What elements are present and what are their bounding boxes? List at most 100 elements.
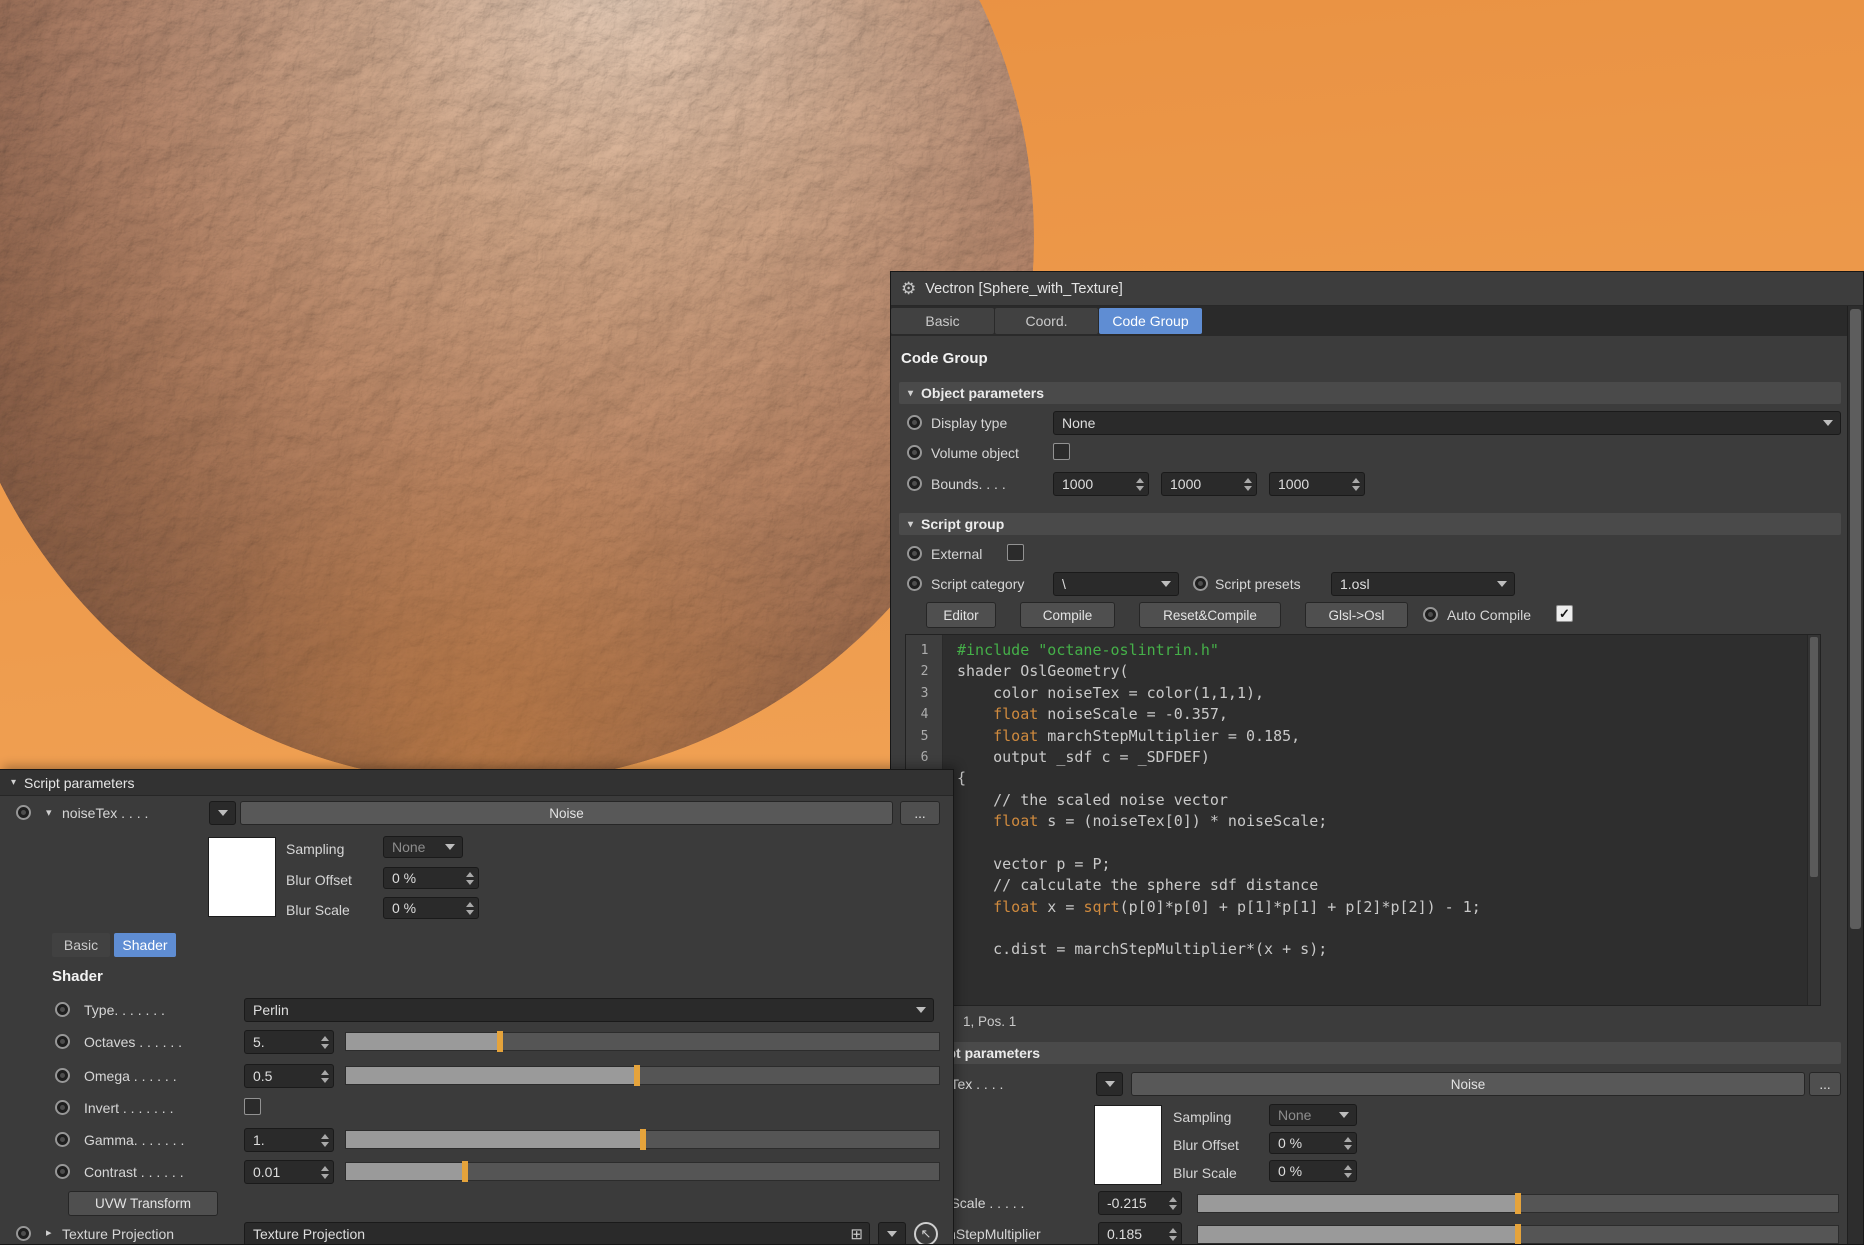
gamma-slider[interactable] xyxy=(345,1130,940,1149)
spinner-up-icon[interactable] xyxy=(321,1166,329,1171)
texture-projection-field[interactable]: Texture Projection ⊞ xyxy=(244,1222,870,1245)
volume-object-checkbox[interactable] xyxy=(1053,443,1070,460)
window-scrollbar[interactable] xyxy=(1847,306,1863,1244)
spinner-up-icon[interactable] xyxy=(1169,1228,1177,1233)
param-dot-icon[interactable] xyxy=(907,576,922,591)
spinner-down-icon[interactable] xyxy=(1169,1236,1177,1241)
param-dot-icon[interactable] xyxy=(55,1132,70,1147)
reset-compile-button[interactable]: Reset&Compile xyxy=(1139,602,1281,628)
editor-scrollbar[interactable] xyxy=(1807,635,1820,1005)
noisetex-dropdown[interactable] xyxy=(209,801,236,825)
march-step-slider[interactable] xyxy=(1197,1225,1839,1244)
spinner-down-icon[interactable] xyxy=(321,1174,329,1179)
vectron-titlebar[interactable]: ⚙ Vectron [Sphere_with_Texture] xyxy=(891,272,1863,306)
object-parameters-header[interactable]: ▾ Object parameters xyxy=(899,382,1841,404)
spinner-down-icon[interactable] xyxy=(1344,1145,1352,1150)
param-dot-icon[interactable] xyxy=(907,546,922,561)
type-dropdown[interactable]: Perlin xyxy=(244,998,934,1022)
spinner-down-icon[interactable] xyxy=(466,910,474,915)
script-presets-dropdown[interactable]: 1.osl xyxy=(1331,572,1515,596)
blur-scale-spinner[interactable]: 0 % xyxy=(383,897,479,919)
param-dot-icon[interactable] xyxy=(55,1100,70,1115)
expand-icon[interactable]: ⊞ xyxy=(850,1225,863,1243)
octaves-slider[interactable] xyxy=(345,1032,940,1051)
spinner-down-icon[interactable] xyxy=(1344,1173,1352,1178)
editor-button[interactable]: Editor xyxy=(926,602,996,628)
gamma-spinner[interactable]: 1. xyxy=(244,1128,334,1152)
pick-object-icon[interactable]: ↖ xyxy=(914,1222,938,1245)
noise-button[interactable]: Noise xyxy=(240,801,893,825)
march-step-spinner[interactable]: 0.185 xyxy=(1098,1222,1182,1245)
param-dot-icon[interactable] xyxy=(907,415,922,430)
octaves-spinner[interactable]: 5. xyxy=(244,1030,334,1054)
spinner-up-icon[interactable] xyxy=(466,872,474,877)
script-group-header[interactable]: ▾ Script group xyxy=(899,513,1841,535)
spinner-up-icon[interactable] xyxy=(466,902,474,907)
omega-slider[interactable] xyxy=(345,1066,940,1085)
spinner-up-icon[interactable] xyxy=(321,1036,329,1041)
script-parameters-header[interactable]: ▾ Script parameters xyxy=(899,1042,1841,1064)
param-dot-icon[interactable] xyxy=(55,1164,70,1179)
spinner-down-icon[interactable] xyxy=(321,1078,329,1083)
more-button[interactable]: ... xyxy=(900,801,940,825)
param-dot-icon[interactable] xyxy=(907,445,922,460)
spinner-up-icon[interactable] xyxy=(1352,478,1360,483)
invert-checkbox[interactable] xyxy=(244,1098,261,1115)
param-dot-icon[interactable] xyxy=(907,476,922,491)
sampling-dropdown[interactable]: None xyxy=(1269,1104,1357,1126)
uvw-transform-button[interactable]: UVW Transform xyxy=(68,1191,218,1216)
spinner-up-icon[interactable] xyxy=(1244,478,1252,483)
param-dot-icon[interactable] xyxy=(1193,576,1208,591)
color-swatch[interactable] xyxy=(1094,1105,1162,1185)
spinner-down-icon[interactable] xyxy=(1169,1205,1177,1210)
spinner-up-icon[interactable] xyxy=(1169,1197,1177,1202)
param-dot-icon[interactable] xyxy=(55,1002,70,1017)
noise-scale-spinner[interactable]: -0.215 xyxy=(1098,1191,1182,1215)
tab-coord[interactable]: Coord. xyxy=(995,308,1098,334)
bounds-y-spinner[interactable]: 1000 xyxy=(1161,472,1257,496)
tab-code-group[interactable]: Code Group xyxy=(1099,308,1202,334)
tab-basic[interactable]: Basic xyxy=(891,308,994,334)
omega-spinner[interactable]: 0.5 xyxy=(244,1064,334,1088)
contrast-spinner[interactable]: 0.01 xyxy=(244,1160,334,1184)
param-dot-icon[interactable] xyxy=(16,805,31,820)
auto-compile-checkbox[interactable] xyxy=(1556,605,1573,622)
param-dot-icon[interactable] xyxy=(55,1034,70,1049)
more-button[interactable]: ... xyxy=(1809,1072,1841,1096)
spinner-down-icon[interactable] xyxy=(466,880,474,885)
spinner-down-icon[interactable] xyxy=(1352,486,1360,491)
script-category-dropdown[interactable]: \ xyxy=(1053,572,1179,596)
spinner-up-icon[interactable] xyxy=(321,1070,329,1075)
spinner-up-icon[interactable] xyxy=(1344,1165,1352,1170)
noise-button[interactable]: Noise xyxy=(1131,1072,1805,1096)
bounds-x-spinner[interactable]: 1000 xyxy=(1053,472,1149,496)
sampling-dropdown[interactable]: None xyxy=(383,836,463,858)
color-swatch[interactable] xyxy=(208,837,276,917)
display-type-dropdown[interactable]: None xyxy=(1053,411,1841,435)
tab-shader[interactable]: Shader xyxy=(114,933,176,957)
external-checkbox[interactable] xyxy=(1007,544,1024,561)
window-scrollbar-thumb[interactable] xyxy=(1850,309,1861,929)
spinner-up-icon[interactable] xyxy=(1136,478,1144,483)
contrast-slider[interactable] xyxy=(345,1162,940,1181)
editor-scrollbar-thumb[interactable] xyxy=(1810,637,1818,877)
param-dot-icon[interactable] xyxy=(1423,607,1438,622)
spinner-down-icon[interactable] xyxy=(1244,486,1252,491)
param-dot-icon[interactable] xyxy=(16,1226,31,1241)
spinner-up-icon[interactable] xyxy=(321,1134,329,1139)
param-dot-icon[interactable] xyxy=(55,1068,70,1083)
panel-header[interactable]: ▾ Script parameters xyxy=(0,770,953,796)
compile-button[interactable]: Compile xyxy=(1020,602,1115,628)
spinner-down-icon[interactable] xyxy=(321,1044,329,1049)
noise-scale-slider[interactable] xyxy=(1197,1194,1839,1213)
code-editor[interactable]: 1#include "octane-oslintrin.h"2shader Os… xyxy=(905,634,1821,1006)
bounds-z-spinner[interactable]: 1000 xyxy=(1269,472,1365,496)
glsl-to-osl-button[interactable]: Glsl->Osl xyxy=(1305,602,1408,628)
chevron-down-icon[interactable]: ▾ xyxy=(46,806,52,819)
spinner-up-icon[interactable] xyxy=(1344,1137,1352,1142)
blur-scale-spinner[interactable]: 0 % xyxy=(1269,1160,1357,1182)
noisetex-dropdown[interactable] xyxy=(1096,1072,1123,1096)
blur-offset-spinner[interactable]: 0 % xyxy=(383,867,479,889)
spinner-down-icon[interactable] xyxy=(1136,486,1144,491)
spinner-down-icon[interactable] xyxy=(321,1142,329,1147)
